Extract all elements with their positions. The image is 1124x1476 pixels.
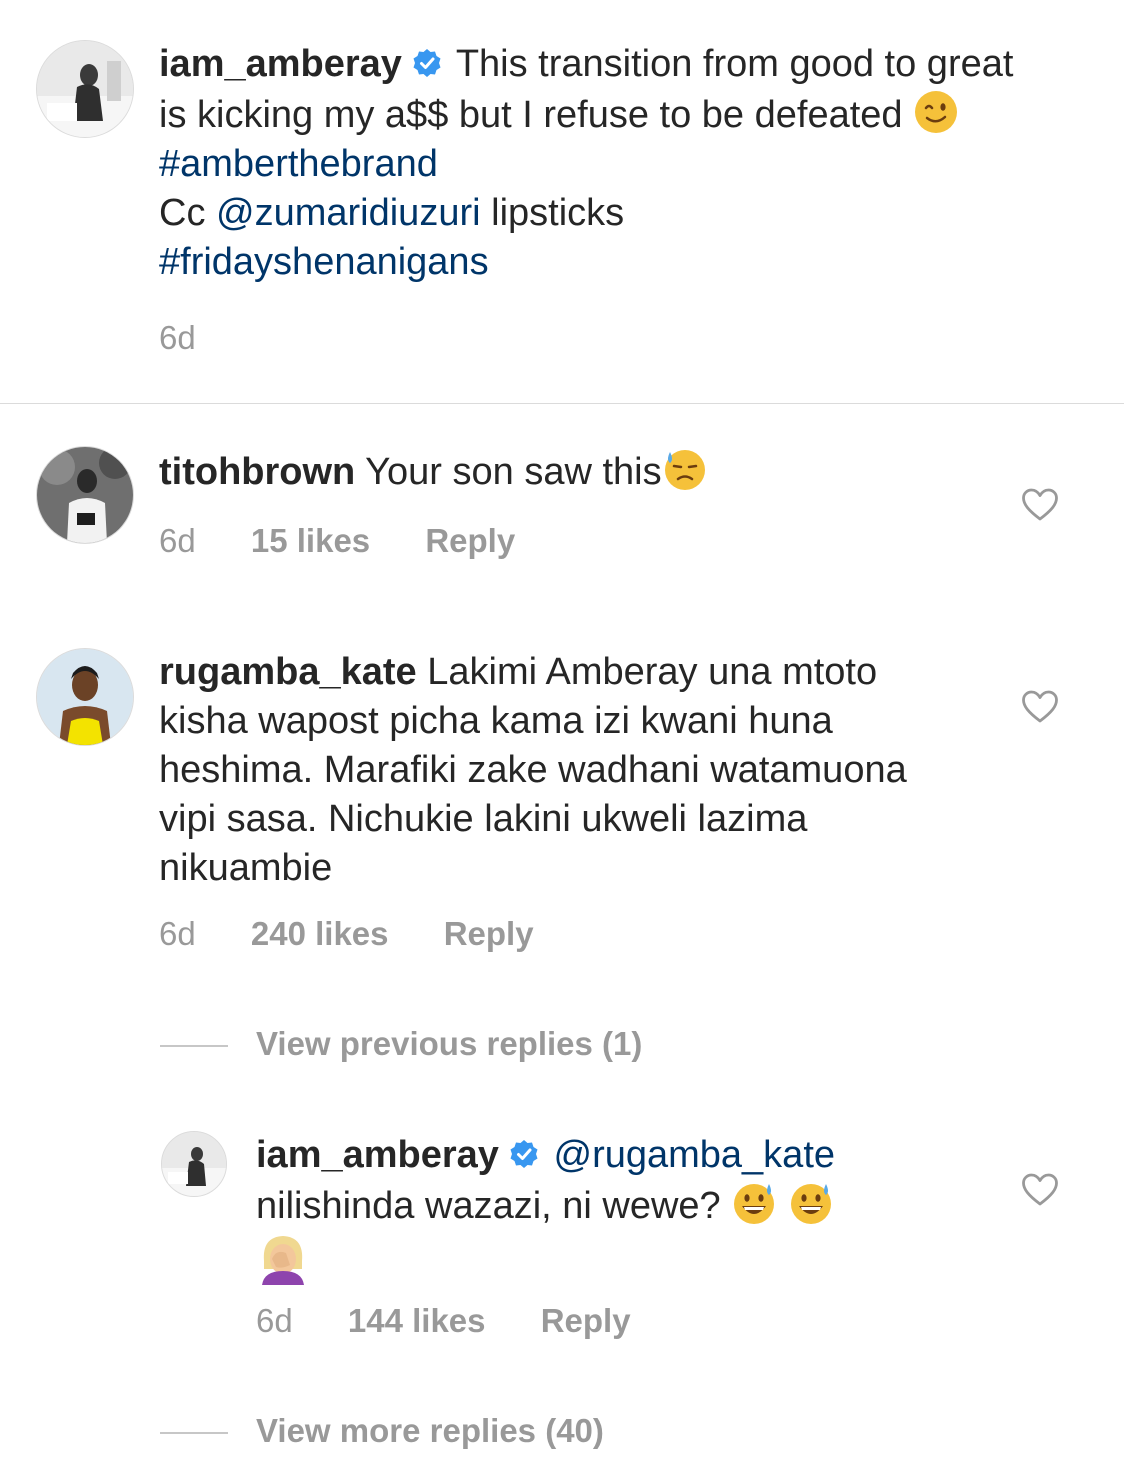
reply-avatar[interactable] [161,1131,227,1197]
comment-time: 6d [159,522,196,559]
comment-rugamba_kate-text: rugamba_kate Lakimi Amberay una mtoto ki… [159,648,969,893]
reply-button[interactable]: Reply [541,1302,631,1339]
verified-badge-icon [509,1139,539,1169]
hashtag-amberthebrand[interactable]: #amberthebrand [159,143,438,185]
avatar-photo-icon [37,649,133,745]
grinning-face-with-sweat-emoji [731,1180,777,1226]
comment-titohbrown-text: titohbrown Your son saw this [159,446,979,497]
avatar-photo-icon [162,1132,226,1196]
cc-prefix: Cc [159,192,206,234]
comment-likes[interactable]: 15 likes [251,522,370,559]
avatar-photo-icon [37,447,133,543]
comment-likes[interactable]: 240 likes [251,915,389,952]
hashtag-fridayshenanigans[interactable]: #fridayshenanigans [159,241,489,283]
caption-avatar[interactable] [36,40,134,138]
mention-rugamba_kate[interactable]: @rugamba_kate [554,1134,836,1176]
like-heart-icon[interactable] [1021,690,1059,724]
comment-username[interactable]: titohbrown [159,451,355,493]
like-heart-icon[interactable] [1021,488,1059,522]
caption-text: iam_amberay This transition from good to… [159,40,1039,287]
caption-username[interactable]: iam_amberay [159,43,402,85]
woman-facepalming-emoji [256,1231,310,1285]
comment-rugamba_kate-meta: 6d 240 likes Reply [159,914,534,954]
reply-time: 6d [256,1302,293,1339]
verified-badge-icon [412,48,442,78]
reply-button[interactable]: Reply [425,522,515,559]
reply-username[interactable]: iam_amberay [256,1134,499,1176]
titohbrown-avatar[interactable] [36,446,134,544]
view-previous-replies-button[interactable]: View previous replies (1) [256,1024,642,1064]
caption-divider [0,403,1124,404]
mention-zumaridiuzuri[interactable]: @zumaridiuzuri [216,192,481,234]
winking-face-emoji [913,89,959,135]
grinning-face-with-sweat-emoji [788,1180,834,1226]
comment-titohbrown-meta: 6d 15 likes Reply [159,521,515,561]
caption-after-mention: lipsticks [491,192,625,234]
avatar-photo-icon [37,41,133,137]
comment-username[interactable]: rugamba_kate [159,651,417,693]
downcast-face-with-sweat-emoji [662,446,708,492]
caption-time: 6d [159,319,196,356]
rugamba_kate-avatar[interactable] [36,648,134,746]
reply-body: nilishinda wazazi, ni wewe? [256,1185,721,1227]
comment-body: Your son saw this [365,451,662,493]
view-more-line [160,1432,228,1434]
view-more-replies-button[interactable]: View more replies (40) [256,1411,604,1451]
reply-likes[interactable]: 144 likes [348,1302,486,1339]
reply-button[interactable]: Reply [444,915,534,952]
comment-time: 6d [159,915,196,952]
like-heart-icon[interactable] [1021,1173,1059,1207]
reply-text: iam_amberay @rugamba_kate nilishinda waz… [256,1131,976,1290]
view-previous-line [160,1045,228,1047]
reply-meta: 6d 144 likes Reply [256,1301,631,1341]
